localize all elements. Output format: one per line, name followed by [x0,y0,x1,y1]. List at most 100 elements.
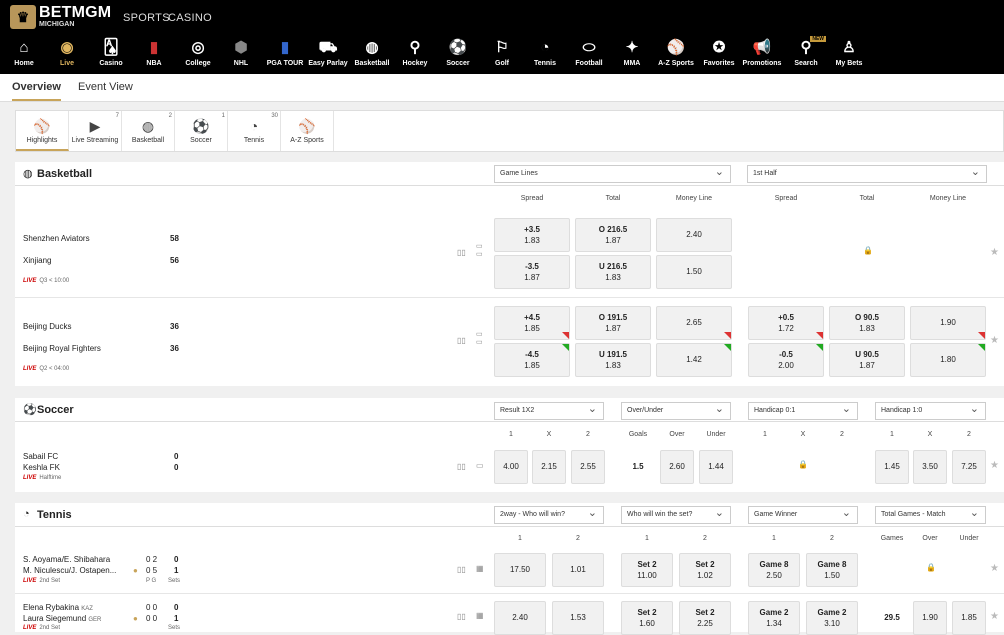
odds-button[interactable]: U 191.5 1.83 [575,343,651,377]
odds-button[interactable]: 1.80 [910,343,986,377]
sport-nhl[interactable]: ⬢ NHL [221,38,261,72]
sport-favorites[interactable]: ✪ Favorites [699,38,739,72]
sport-home[interactable]: ⌂ Home [4,38,44,72]
tab-event-view[interactable]: Event View [78,81,133,93]
odds-button[interactable]: 1.90 [913,601,947,635]
odds-button[interactable]: U 90.5 1.87 [829,343,905,377]
market-select-game-lines[interactable]: Game Lines [494,165,731,183]
odds-button[interactable]: 2.15 [532,450,566,484]
market-select-result[interactable]: Result 1X2 [494,402,604,420]
stats-icon[interactable]: ▯▯ [457,565,466,574]
scoreboard-icon[interactable]: ▭ [476,461,484,470]
odds-button[interactable]: 1.42 [656,343,732,377]
sport-live[interactable]: ◉ Live [47,38,87,72]
market-select-total-games[interactable]: Total Games - Match [875,506,986,524]
sport-easy-parlay[interactable]: ⛟ Easy Parlay [308,38,348,72]
nav-sports[interactable]: SPORTS [123,12,170,24]
sport-casino[interactable]: 🂡 Casino [91,38,131,72]
event-row[interactable]: Shenzhen Aviators 58 Xinjiang 56 LIVE Q3 … [15,210,1004,298]
tab-overview[interactable]: Overview [12,81,61,101]
sport-az[interactable]: ⚾ A-Z Sports [656,38,696,72]
market-select-over-under[interactable]: Over/Under [621,402,731,420]
stats-icon[interactable]: ▯▯ [457,612,466,621]
nav-casino[interactable]: CASINO [168,12,212,24]
favorite-star-icon[interactable]: ★ [990,611,999,622]
odds-button[interactable]: Game 8 1.50 [806,553,858,587]
odds-button[interactable]: 1.01 [552,553,604,587]
market-select-set-winner[interactable]: Who will win the set? [621,506,731,524]
filter-basketball[interactable]: ◍ Basketball 2 [122,111,175,151]
market-select-game-winner[interactable]: Game Winner [748,506,858,524]
event-row[interactable]: S. Aoyama/E. Shibahara 0 2 0 M. Niculesc… [15,547,1004,594]
odds-button[interactable]: 2.40 [494,601,546,635]
odds-button[interactable]: Game 2 1.34 [748,601,800,635]
market-select-handicap-10[interactable]: Handicap 1:0 [875,402,986,420]
event-row[interactable]: Beijing Ducks 36 Beijing Royal Fighters … [15,298,1004,386]
sport-football[interactable]: ⬭ Football [569,38,609,72]
market-select-match-winner[interactable]: 2way - Who will win? [494,506,604,524]
filter-highlights[interactable]: ⚾ Highlights [16,111,69,151]
odds-button[interactable]: 4.00 [494,450,528,484]
odds-button[interactable]: O 90.5 1.83 [829,306,905,340]
odds-button[interactable]: 7.25 [952,450,986,484]
odds-button[interactable]: 1.50 [656,255,732,289]
market-select-handicap-01[interactable]: Handicap 0:1 [748,402,858,420]
event-row[interactable]: Elena Rybakina KAZ 0 0 0 Laura Siegemund… [15,594,1004,635]
favorite-star-icon[interactable]: ★ [990,563,999,574]
favorite-star-icon[interactable]: ★ [990,335,999,346]
stats-icon[interactable]: ▯▯ [457,336,466,345]
filter-tennis[interactable]: ◔ Tennis 30 [228,111,281,151]
sport-search[interactable]: ⚲ Search NEW [786,36,826,72]
sport-hockey[interactable]: ⚲ Hockey [395,38,435,72]
odds-button[interactable]: 1.45 [875,450,909,484]
odds-button[interactable]: 1.90 [910,306,986,340]
sport-mma[interactable]: ✦ MMA [612,38,652,72]
market-select-first-half[interactable]: 1st Half [747,165,987,183]
filter-soccer[interactable]: ⚽ Soccer 1 [175,111,228,151]
odds-button[interactable]: O 191.5 1.87 [575,306,651,340]
stats-icon[interactable]: ▯▯ [457,248,466,257]
odds-button[interactable]: Set 2 11.00 [621,553,673,587]
odds-button[interactable]: Set 2 2.25 [679,601,731,635]
odds-button[interactable]: +4.5 1.85 [494,306,570,340]
odds-button[interactable]: 17.50 [494,553,546,587]
sport-promotions[interactable]: 📢 Promotions [742,38,782,72]
scoreboard-icon[interactable]: ▭ ▭ [476,242,483,258]
odds-button[interactable]: 1.85 [952,601,986,635]
sport-college[interactable]: ◎ College [178,38,218,72]
odds-button[interactable]: 1.44 [699,450,733,484]
odds-button[interactable]: -3.5 1.87 [494,255,570,289]
favorite-star-icon[interactable]: ★ [990,460,999,471]
odds-button[interactable]: 2.60 [660,450,694,484]
odds-button[interactable]: 1.53 [552,601,604,635]
sport-my-bets[interactable]: ♙ My Bets [829,38,869,72]
scoreboard-icon[interactable]: ▦ [476,611,484,620]
sport-nba[interactable]: ▮ NBA [134,38,174,72]
odds-button[interactable]: Game 2 3.10 [806,601,858,635]
odds-button[interactable]: 2.40 [656,218,732,252]
filter-az-sports[interactable]: ⚾ A-Z Sports [281,111,334,151]
odds-button[interactable]: 2.55 [571,450,605,484]
odds-button[interactable]: -0.5 2.00 [748,343,824,377]
sport-tennis[interactable]: ◔ Tennis [525,38,565,72]
odds-button[interactable]: Game 8 2.50 [748,553,800,587]
odds-button[interactable]: Set 2 1.60 [621,601,673,635]
scoreboard-icon[interactable]: ▦ [476,564,484,573]
odds-button[interactable]: Set 2 1.02 [679,553,731,587]
odds-button[interactable]: O 216.5 1.87 [575,218,651,252]
odds-button[interactable]: -4.5 1.85 [494,343,570,377]
sport-pga[interactable]: ▮ PGA TOUR [265,38,305,72]
favorite-star-icon[interactable]: ★ [990,247,999,258]
odds-button[interactable]: +0.5 1.72 [748,306,824,340]
event-row[interactable]: Sabail FC 0 Keshla FK 0 LIVE Halftime ▯▯ … [15,444,1004,492]
odds-button[interactable]: 3.50 [913,450,947,484]
sport-soccer[interactable]: ⚽ Soccer [438,38,478,72]
filter-live-streaming[interactable]: ▶ Live Streaming 7 [69,111,122,151]
betmgm-logo[interactable]: ♛ BETMGM MICHIGAN [10,5,111,29]
odds-button[interactable]: +3.5 1.83 [494,218,570,252]
sport-basketball[interactable]: ◍ Basketball [352,38,392,72]
scoreboard-icon[interactable]: ▭ ▭ [476,330,483,346]
stats-icon[interactable]: ▯▯ [457,462,466,471]
odds-button[interactable]: U 216.5 1.83 [575,255,651,289]
odds-button[interactable]: 2.65 [656,306,732,340]
